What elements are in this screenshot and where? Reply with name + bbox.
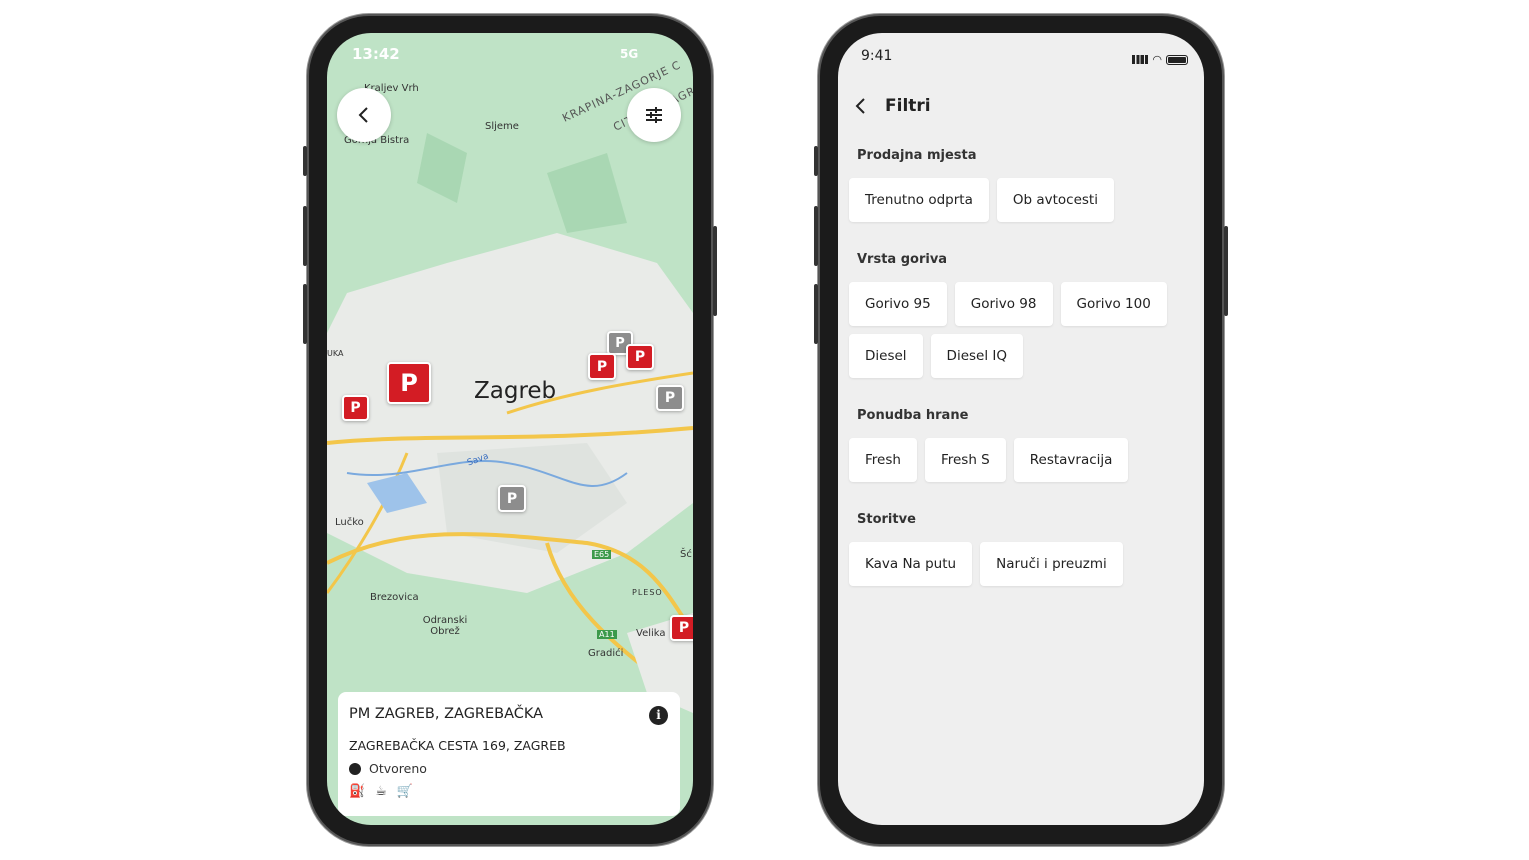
phone-map: Kraljev Vrh Gornja Bistra Sljeme KRAPINA… — [303, 14, 717, 846]
back-button[interactable] — [337, 88, 391, 142]
map-label: UKA — [327, 349, 344, 358]
map-label: Gradići — [588, 648, 624, 659]
station-address: ZAGREBAČKA CESTA 169, ZAGREB — [349, 738, 566, 753]
filter-chip[interactable]: Kava Na putu — [849, 542, 973, 586]
station-pin-closed[interactable]: P — [656, 385, 684, 411]
station-pin[interactable]: P — [670, 615, 693, 641]
filter-chip[interactable]: Fresh — [849, 438, 917, 482]
station-pin[interactable]: P — [626, 344, 654, 370]
section-label: Vrsta goriva — [857, 252, 948, 267]
clock-icon — [349, 762, 361, 775]
page-title: Filtri — [885, 96, 931, 116]
cart-icon: 🛒 — [396, 784, 414, 799]
filter-chip[interactable]: Ob avtocesti — [996, 178, 1114, 222]
filter-chip[interactable]: Gorivo 98 — [954, 282, 1053, 326]
station-status: Otvoreno — [369, 761, 427, 776]
filter-chip[interactable]: Restavracija — [1013, 438, 1129, 482]
station-card[interactable]: PM ZAGREB, ZAGREBAČKA i ZAGREBAČKA CESTA… — [338, 692, 680, 816]
chevron-left-icon — [358, 107, 368, 123]
filter-chip[interactable]: Fresh S — [924, 438, 1006, 482]
map-view[interactable]: Kraljev Vrh Gornja Bistra Sljeme KRAPINA… — [327, 33, 693, 825]
filter-chip[interactable]: Diesel — [849, 334, 923, 378]
status-icons: ◠ — [1132, 53, 1188, 66]
status-time: 13:42 — [352, 45, 400, 63]
map-label: Šć — [680, 549, 692, 560]
info-icon[interactable]: i — [649, 706, 668, 725]
map-label-city: Zagreb — [474, 378, 557, 404]
filters-view: 9:41 ◠ Filtri Prodajna mjesta Trenutno o… — [838, 33, 1204, 825]
phone-filters: 9:41 ◠ Filtri Prodajna mjesta Trenutno o… — [814, 14, 1228, 846]
map-label: Lučko — [335, 517, 364, 528]
filter-chip[interactable]: Naruči i preuzmi — [980, 542, 1123, 586]
road-shield: E65 — [592, 550, 612, 559]
section-label: Prodajna mjesta — [857, 148, 977, 163]
signal-icon — [1132, 55, 1149, 64]
station-pin[interactable]: P — [342, 395, 369, 421]
station-pin-closed[interactable]: P — [498, 485, 526, 512]
filter-chip[interactable]: Gorivo 100 — [1060, 282, 1167, 326]
coffee-cup-icon: ☕ — [375, 784, 387, 799]
sliders-icon — [646, 107, 662, 123]
filter-chip[interactable]: Diesel IQ — [930, 334, 1023, 378]
filter-chip[interactable]: Gorivo 95 — [849, 282, 947, 326]
battery-icon — [1166, 54, 1188, 65]
fuel-icon: ⛽ — [349, 784, 366, 799]
map-label: PLESO — [632, 588, 663, 597]
map-label: Sljeme — [485, 121, 519, 132]
wifi-icon: ◠ — [1152, 53, 1162, 66]
back-chevron-icon[interactable] — [855, 97, 867, 115]
map-label: Velika — [636, 628, 666, 639]
map-label: Odranski Obrež — [422, 615, 468, 637]
status-network: 5G — [620, 47, 639, 61]
station-pin[interactable]: P — [588, 353, 616, 380]
status-time: 9:41 — [861, 48, 893, 64]
filter-chip[interactable]: Trenutno odprta — [849, 178, 989, 222]
section-label: Storitve — [857, 512, 916, 527]
station-name: PM ZAGREB, ZAGREBAČKA — [349, 706, 544, 722]
road-shield: A11 — [597, 630, 617, 639]
station-pin-selected[interactable]: P — [387, 362, 431, 404]
filter-button[interactable] — [627, 88, 681, 142]
section-label: Ponudba hrane — [857, 408, 969, 423]
map-label: Brezovica — [370, 592, 419, 603]
